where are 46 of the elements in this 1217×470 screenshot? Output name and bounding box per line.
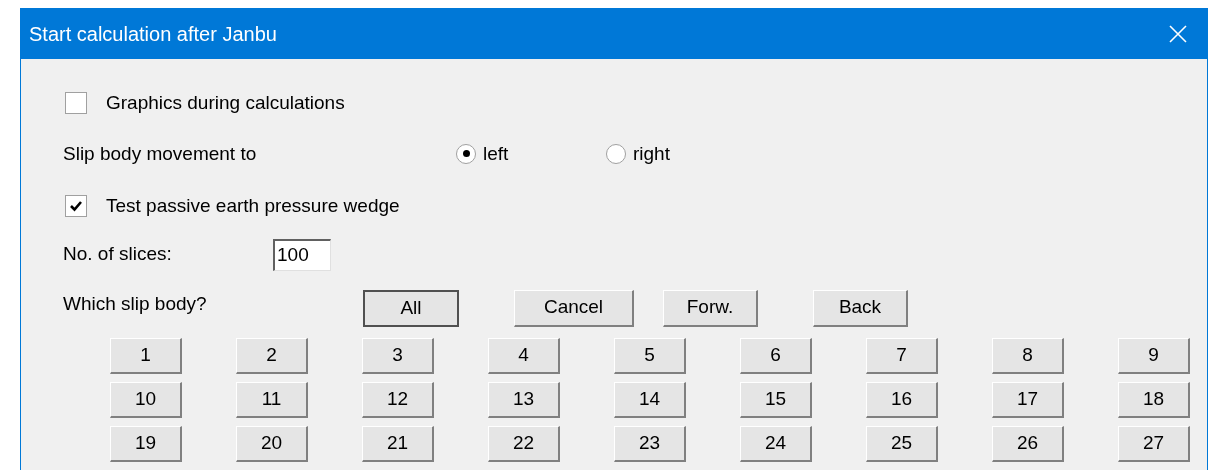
checkbox[interactable]	[65, 195, 87, 218]
field-label: Which slip body?	[63, 291, 208, 316]
number-button[interactable]: 20	[236, 425, 308, 462]
push-button[interactable]: All	[363, 289, 459, 327]
number-button[interactable]: 4	[488, 337, 560, 374]
number-button[interactable]: 16	[866, 381, 938, 418]
number-button[interactable]: 25	[866, 425, 938, 462]
number-button[interactable]: 5	[614, 337, 686, 374]
push-button[interactable]: Forw.	[663, 289, 758, 327]
number-button[interactable]: 10	[110, 381, 182, 418]
number-button[interactable]: 11	[236, 381, 308, 418]
number-button[interactable]: 19	[110, 425, 182, 462]
field-label: Slip body movement to	[63, 141, 258, 166]
radio-label: left	[483, 141, 510, 166]
window-title: Start calculation after Janbu	[29, 22, 277, 47]
radio-button[interactable]	[456, 143, 476, 164]
number-button[interactable]: 9	[1118, 337, 1190, 374]
checkmark-icon	[69, 199, 83, 214]
input-field[interactable]: 100	[273, 238, 331, 271]
checkbox-label: Test passive earth pressure wedge	[106, 194, 400, 218]
number-button[interactable]: 27	[1118, 425, 1190, 462]
number-button[interactable]: 2	[236, 337, 308, 374]
number-button[interactable]: 23	[614, 425, 686, 462]
number-button[interactable]: 26	[992, 425, 1064, 462]
number-button[interactable]: 18	[1118, 381, 1190, 418]
close-icon[interactable]	[1169, 25, 1187, 43]
number-button[interactable]: 13	[488, 381, 560, 418]
checkbox[interactable]	[65, 92, 87, 115]
number-button[interactable]: 8	[992, 337, 1064, 374]
radio-button[interactable]	[606, 143, 626, 164]
number-button[interactable]: 7	[866, 337, 938, 374]
number-button[interactable]: 24	[740, 425, 812, 462]
number-button[interactable]: 22	[488, 425, 560, 462]
checkbox-label: Graphics during calculations	[106, 91, 345, 115]
field-label: No. of slices:	[63, 242, 173, 267]
push-button[interactable]: Cancel	[514, 289, 634, 327]
number-button[interactable]: 12	[362, 381, 434, 418]
number-button[interactable]: 17	[992, 381, 1064, 418]
number-button[interactable]: 3	[362, 337, 434, 374]
radio-label: right	[633, 141, 671, 166]
number-button[interactable]: 15	[740, 381, 812, 418]
push-button[interactable]: Back	[813, 289, 908, 327]
number-button[interactable]: 21	[362, 425, 434, 462]
number-button[interactable]: 14	[614, 381, 686, 418]
number-button[interactable]: 1	[110, 337, 182, 374]
number-button[interactable]: 6	[740, 337, 812, 374]
